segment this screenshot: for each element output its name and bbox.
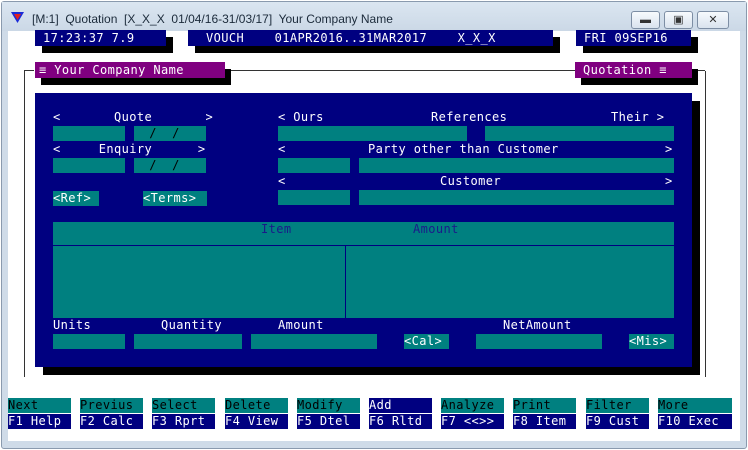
app-logo-icon xyxy=(11,12,24,23)
function-key-label[interactable]: F7 <<>> xyxy=(441,414,504,429)
function-key-action[interactable]: Select xyxy=(152,398,215,413)
title-bar[interactable]: [M:1] Quotation [X_X_X 01/04/16-31/03/17… xyxy=(2,2,746,31)
grid-amount-header: Amount xyxy=(413,222,459,236)
function-key-action[interactable]: Delete xyxy=(225,398,288,413)
maximize-icon: ▣ xyxy=(673,14,684,26)
minimize-icon: ▬ xyxy=(640,14,651,26)
ours-reference-field[interactable] xyxy=(278,126,467,141)
grid-column-divider xyxy=(345,245,346,318)
clock-status: 17:23:37 7.9 xyxy=(35,30,166,46)
frame-shadow xyxy=(43,367,700,375)
enquiry-date-field[interactable]: / / xyxy=(134,158,206,173)
minimize-button[interactable]: ▬ xyxy=(631,11,660,29)
party-open: < xyxy=(278,142,286,156)
function-key-label[interactable]: F9 Cust xyxy=(586,414,649,429)
function-key-label[interactable]: F3 Rprt xyxy=(152,414,215,429)
units-field[interactable] xyxy=(53,334,125,349)
close-icon: ✕ xyxy=(708,14,718,26)
references-label: References xyxy=(431,110,508,124)
function-key-label[interactable]: F1 Help xyxy=(8,414,71,429)
function-key-action[interactable]: Analyze xyxy=(441,398,504,413)
enquiry-number-field[interactable] xyxy=(53,158,125,173)
function-key-label[interactable]: F2 Calc xyxy=(80,414,143,429)
grid-header-separator xyxy=(53,245,674,246)
voucher-status: VOUCH 01APR2016..31MAR2017 X_X_X xyxy=(188,30,553,46)
function-key-label[interactable]: F10 Exec xyxy=(658,414,732,429)
function-key-action[interactable]: Next xyxy=(8,398,71,413)
quantity-field[interactable] xyxy=(134,334,242,349)
close-button[interactable]: ✕ xyxy=(697,11,729,29)
function-key-label[interactable]: F5 Dtel xyxy=(297,414,360,429)
function-key-action[interactable]: Filter xyxy=(586,398,649,413)
party-name-field[interactable] xyxy=(359,158,674,173)
customer-close: > xyxy=(665,174,673,188)
frame-outline-top xyxy=(224,70,575,71)
frame-shadow xyxy=(692,101,700,375)
item-grid[interactable] xyxy=(53,222,674,318)
terms-button[interactable]: <Terms> xyxy=(143,191,207,206)
customer-code-field[interactable] xyxy=(278,190,350,205)
function-key-label[interactable]: F4 View xyxy=(225,414,288,429)
function-key-action[interactable]: More xyxy=(658,398,732,413)
party-close: > xyxy=(665,142,673,156)
window-title: [M:1] Quotation [X_X_X 01/04/16-31/03/17… xyxy=(32,12,393,26)
netamount-label: NetAmount xyxy=(503,318,572,332)
their-reference-field[interactable] xyxy=(485,126,674,141)
function-key-label[interactable]: F6 Rltd xyxy=(369,414,432,429)
function-key-action[interactable]: Previus xyxy=(80,398,143,413)
cal-button[interactable]: <Cal> xyxy=(404,334,449,349)
customer-name-field[interactable] xyxy=(359,190,674,205)
quantity-label: Quantity xyxy=(161,318,222,332)
party-label: Party other than Customer xyxy=(368,142,559,156)
customer-open: < xyxy=(278,174,286,188)
customer-label: Customer xyxy=(440,174,501,188)
mis-button[interactable]: <Mis> xyxy=(629,334,674,349)
frame-outline-top xyxy=(24,70,34,71)
ours-label: < Ours xyxy=(278,110,324,124)
company-header: ≡ Your Company Name xyxy=(35,62,225,78)
maximize-button[interactable]: ▣ xyxy=(664,11,693,29)
quote-label: < Quote > xyxy=(53,110,214,124)
module-header: Quotation ≡ xyxy=(575,62,692,78)
function-key-action[interactable]: Modify xyxy=(297,398,360,413)
enquiry-label: < Enquiry > xyxy=(53,142,206,156)
netamount-field[interactable] xyxy=(476,334,602,349)
function-key-label[interactable]: F8 Item xyxy=(513,414,576,429)
quote-number-field[interactable] xyxy=(53,126,125,141)
amount-field[interactable] xyxy=(251,334,377,349)
their-label: Their > xyxy=(611,110,665,124)
grid-item-header: Item xyxy=(261,222,292,236)
ref-button[interactable]: <Ref> xyxy=(53,191,99,206)
amount-label: Amount xyxy=(278,318,324,332)
function-key-action[interactable]: Print xyxy=(513,398,576,413)
party-code-field[interactable] xyxy=(278,158,350,173)
frame-outline-left xyxy=(24,71,25,377)
units-label: Units xyxy=(53,318,92,332)
date-status: FRI 09SEP16 xyxy=(576,30,691,46)
quote-date-field[interactable]: / / xyxy=(134,126,206,141)
frame-outline-right xyxy=(705,71,706,377)
function-key-action[interactable]: Add xyxy=(369,398,432,413)
